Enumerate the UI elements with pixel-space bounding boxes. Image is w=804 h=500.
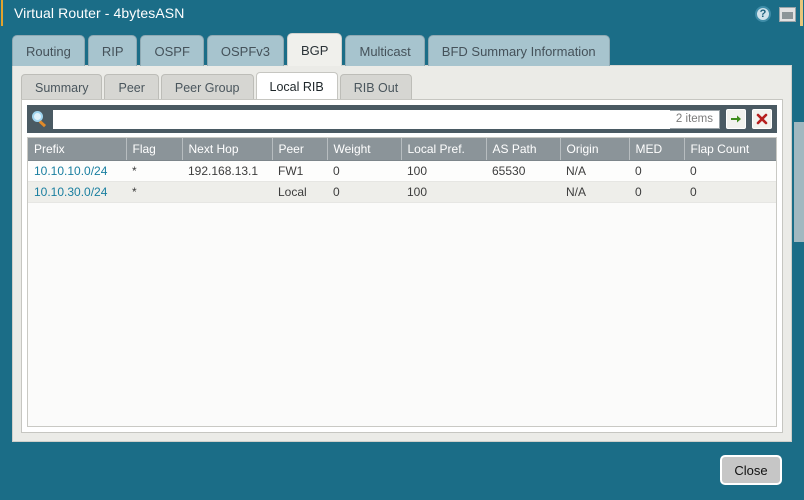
cell-flap-count: 0 <box>684 182 776 203</box>
tab-bfd-summary-information[interactable]: BFD Summary Information <box>428 35 610 66</box>
cell-next-hop: 192.168.13.1 <box>182 161 272 182</box>
cell-weight: 0 <box>327 182 401 203</box>
tab-label: BFD Summary Information <box>442 44 596 59</box>
search-toolbar: 2 items <box>27 105 777 133</box>
cell-prefix[interactable]: 10.10.10.0/24 <box>28 161 126 182</box>
subtab-local-rib[interactable]: Local RIB <box>256 72 338 100</box>
dialog-footer: Close <box>0 442 804 500</box>
column-header-next-hop[interactable]: Next Hop <box>182 138 272 161</box>
cell-prefix[interactable]: 10.10.30.0/24 <box>28 182 126 203</box>
green-arrow-icon <box>730 113 742 125</box>
cell-med: 0 <box>629 182 684 203</box>
prefix-link[interactable]: 10.10.30.0/24 <box>34 185 107 199</box>
restore-window-icon[interactable] <box>779 7 796 22</box>
column-header-flap-count[interactable]: Flap Count <box>684 138 776 161</box>
cell-peer: FW1 <box>272 161 327 182</box>
subtab-label: Peer Group <box>175 81 240 95</box>
title-bar-icons: ? <box>755 6 796 22</box>
background-text-fragment <box>794 26 804 49</box>
table-row[interactable]: 10.10.10.0/24 * 192.168.13.1 FW1 0 100 6… <box>28 161 776 182</box>
table-header: Prefix Flag Next Hop Peer Weight Local P… <box>28 138 776 161</box>
tab-rip[interactable]: RIP <box>88 35 138 66</box>
subtab-peer[interactable]: Peer <box>104 74 158 100</box>
tab-label: Routing <box>26 44 71 59</box>
close-button[interactable]: Close <box>720 455 782 485</box>
subtab-label: Summary <box>35 81 88 95</box>
prefix-link[interactable]: 10.10.10.0/24 <box>34 164 107 178</box>
subtab-rib-out[interactable]: RIB Out <box>340 74 412 100</box>
left-edge-accent <box>1 0 3 26</box>
tab-label: OSPF <box>154 44 189 59</box>
magnifier-icon[interactable] <box>32 111 48 127</box>
tab-label: OSPFv3 <box>221 44 270 59</box>
tab-bgp[interactable]: BGP <box>287 33 342 66</box>
cell-next-hop <box>182 182 272 203</box>
column-header-weight[interactable]: Weight <box>327 138 401 161</box>
local-rib-table-container[interactable]: Prefix Flag Next Hop Peer Weight Local P… <box>27 137 777 427</box>
apply-filter-button[interactable] <box>726 109 746 129</box>
red-x-icon <box>756 113 768 125</box>
tab-label: RIP <box>102 44 124 59</box>
subtab-label: Peer <box>118 81 144 95</box>
right-edge-accent <box>800 0 803 26</box>
column-header-origin[interactable]: Origin <box>560 138 629 161</box>
magnifier-handle <box>39 120 46 127</box>
subtab-peer-group[interactable]: Peer Group <box>161 74 254 100</box>
subtab-summary[interactable]: Summary <box>21 74 102 100</box>
column-header-local-pref[interactable]: Local Pref. <box>401 138 486 161</box>
cell-flag: * <box>126 161 182 182</box>
table-header-row: Prefix Flag Next Hop Peer Weight Local P… <box>28 138 776 161</box>
column-header-med[interactable]: MED <box>629 138 684 161</box>
tab-multicast[interactable]: Multicast <box>345 35 424 66</box>
item-count-label: 2 items <box>670 110 720 129</box>
cell-flap-count: 0 <box>684 161 776 182</box>
tab-ospf[interactable]: OSPF <box>140 35 203 66</box>
cell-as-path: 65530 <box>486 161 560 182</box>
subtab-label: Local RIB <box>270 80 324 94</box>
tab-ospfv3[interactable]: OSPFv3 <box>207 35 284 66</box>
cell-origin: N/A <box>560 182 629 203</box>
column-header-as-path[interactable]: AS Path <box>486 138 560 161</box>
tab-routing[interactable]: Routing <box>12 35 85 66</box>
clear-filter-button[interactable] <box>752 109 772 129</box>
cell-origin: N/A <box>560 161 629 182</box>
background-text-fragment <box>794 72 804 95</box>
cell-local-pref: 100 <box>401 161 486 182</box>
cell-flag: * <box>126 182 182 203</box>
background-text-fragment <box>794 49 804 72</box>
dialog-body: Summary Peer Peer Group Local RIB RIB Ou… <box>12 65 792 442</box>
background-page-peek <box>794 26 804 316</box>
search-input[interactable] <box>53 110 671 129</box>
local-rib-panel: 2 items Prefix Flag Next <box>21 99 783 433</box>
background-panel-band <box>794 122 804 242</box>
background-text-fragment <box>794 95 804 118</box>
cell-med: 0 <box>629 161 684 182</box>
tab-label: BGP <box>301 43 328 58</box>
column-header-peer[interactable]: Peer <box>272 138 327 161</box>
cell-local-pref: 100 <box>401 182 486 203</box>
local-rib-table: Prefix Flag Next Hop Peer Weight Local P… <box>28 138 776 203</box>
tab-label: Multicast <box>359 44 410 59</box>
column-header-prefix[interactable]: Prefix <box>28 138 126 161</box>
secondary-tab-strip: Summary Peer Peer Group Local RIB RIB Ou… <box>21 72 414 100</box>
cell-weight: 0 <box>327 161 401 182</box>
primary-tab-strip: Routing RIP OSPF OSPFv3 BGP Multicast BF… <box>12 33 613 66</box>
dialog-title: Virtual Router - 4bytesASN <box>14 5 184 21</box>
subtab-label: RIB Out <box>354 81 398 95</box>
table-row[interactable]: 10.10.30.0/24 * Local 0 100 N/A 0 0 <box>28 182 776 203</box>
help-circle-icon[interactable]: ? <box>755 6 771 22</box>
table-body: 10.10.10.0/24 * 192.168.13.1 FW1 0 100 6… <box>28 161 776 203</box>
cell-as-path <box>486 182 560 203</box>
cell-peer: Local <box>272 182 327 203</box>
column-header-flag[interactable]: Flag <box>126 138 182 161</box>
